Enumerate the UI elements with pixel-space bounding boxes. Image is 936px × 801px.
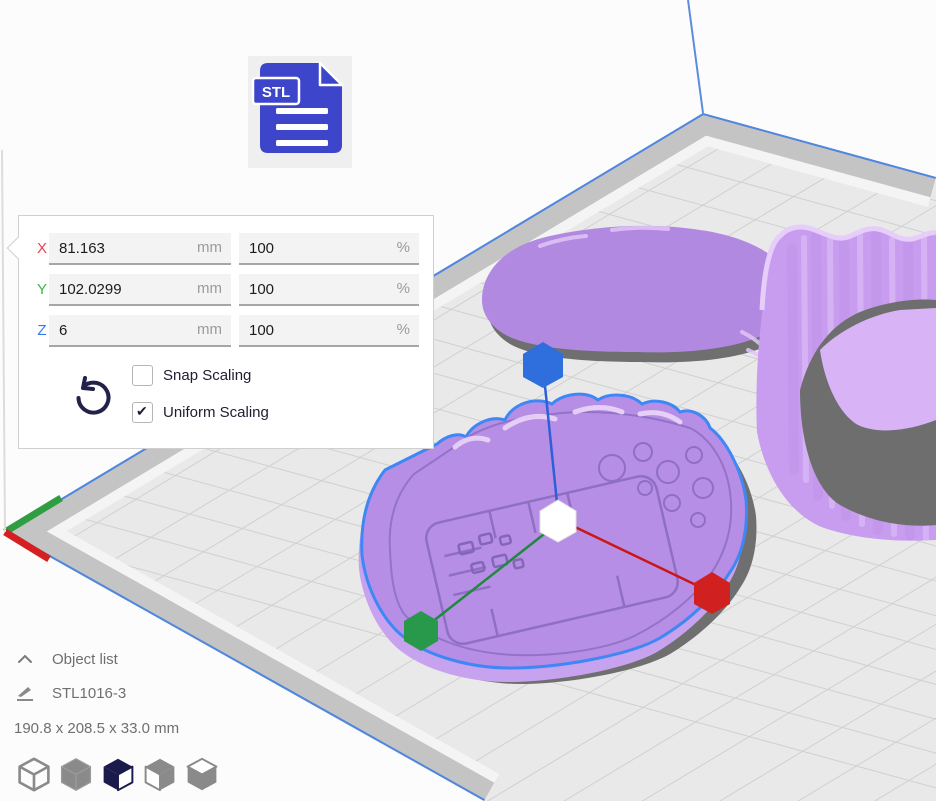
snap-scaling-checkbox[interactable] xyxy=(132,365,153,386)
scale-z-mm-input[interactable] xyxy=(49,315,231,345)
pencil-icon xyxy=(14,684,36,702)
cube-top-face-icon xyxy=(185,756,219,793)
stl-badge-label: STL xyxy=(262,84,290,101)
scale-x-percent-input[interactable] xyxy=(239,233,419,263)
uniform-scaling-label: Uniform Scaling xyxy=(163,404,269,421)
object-dimensions: 190.8 x 208.5 x 33.0 mm xyxy=(14,720,179,737)
object-list-title: Object list xyxy=(52,651,118,668)
reset-scale-button[interactable] xyxy=(71,376,113,418)
object-list-item[interactable]: STL1016-3 xyxy=(14,684,126,702)
view-front-button[interactable] xyxy=(56,752,96,796)
uniform-scaling-checkbox[interactable] xyxy=(132,402,153,423)
cube-right-face-icon xyxy=(101,756,135,793)
cube-left-face-icon xyxy=(143,756,177,793)
camera-view-toolbar xyxy=(14,752,222,796)
object-name: STL1016-3 xyxy=(52,685,126,702)
scale-z-percent-input[interactable] xyxy=(239,315,419,345)
view-right-button[interactable] xyxy=(98,752,138,796)
object-list-header[interactable]: Object list xyxy=(14,650,118,668)
chevron-up-icon[interactable] xyxy=(14,650,36,668)
cura-viewport: STL X mm % Y mm % Z xyxy=(0,0,936,801)
model-box[interactable] xyxy=(756,226,936,541)
scale-y-percent-input[interactable] xyxy=(239,274,419,304)
stl-file-badge: STL xyxy=(248,56,352,168)
cube-solid-icon xyxy=(59,756,93,793)
snap-scaling-label: Snap Scaling xyxy=(163,367,251,384)
model-lid[interactable] xyxy=(482,226,799,366)
view-left-button[interactable] xyxy=(140,752,180,796)
build-volume-left-edge xyxy=(2,150,5,532)
scale-x-mm-input[interactable] xyxy=(49,233,231,263)
view-top-button[interactable] xyxy=(182,752,222,796)
view-3d-button[interactable] xyxy=(14,752,54,796)
scale-y-mm-input[interactable] xyxy=(49,274,231,304)
cube-wireframe-icon xyxy=(17,756,51,793)
build-volume-back-edge xyxy=(688,0,703,113)
scale-tool-panel: X mm % Y mm % Z mm % xyxy=(18,215,434,449)
reset-icon xyxy=(71,376,113,418)
document-text-lines xyxy=(276,108,328,146)
